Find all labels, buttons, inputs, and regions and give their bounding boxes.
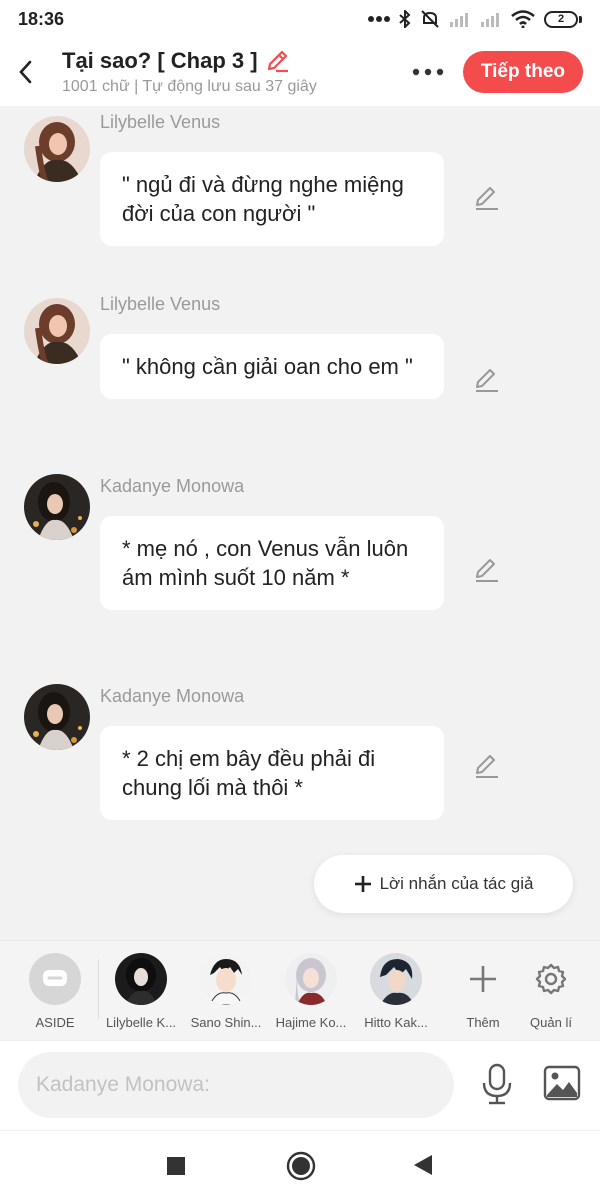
character-item[interactable]: Hajime Ko... xyxy=(271,953,351,1030)
edit-message-icon[interactable] xyxy=(472,556,500,584)
status-time: 18:36 xyxy=(18,8,65,29)
edit-message-icon[interactable] xyxy=(472,184,500,212)
message-bubble[interactable]: " không cần giải oan cho em " xyxy=(100,334,444,399)
navigation-bar xyxy=(0,1130,600,1200)
edit-message-icon[interactable] xyxy=(472,752,500,780)
aside-bubble-icon xyxy=(43,970,67,986)
manage-characters-button[interactable]: Quản lí xyxy=(511,953,591,1030)
sender-name: Lilybelle Venus xyxy=(100,112,221,132)
divider xyxy=(98,959,99,1019)
more-dots-icon xyxy=(368,16,390,22)
message-bubble[interactable]: * 2 chị em bây đều phải đi chung lối mà … xyxy=(100,726,444,820)
avatar xyxy=(285,953,337,1005)
battery-level: 2 xyxy=(544,10,578,28)
image-icon[interactable] xyxy=(543,1065,581,1101)
character-label: Lilybelle K... xyxy=(105,1015,177,1030)
signal-1-icon xyxy=(450,13,468,27)
avatar[interactable] xyxy=(24,298,90,364)
chapter-title: Tại sao? [ Chap 3 ] xyxy=(62,48,258,73)
character-label: Sano Shin... xyxy=(190,1015,262,1030)
plus-holder xyxy=(457,953,509,1005)
back-button[interactable] xyxy=(0,38,50,106)
message-input[interactable]: Kadanye Monowa: xyxy=(18,1052,454,1118)
bluetooth-icon xyxy=(399,10,411,28)
header: Tại sao? [ Chap 3 ] 1001 chữ | Tự động l… xyxy=(0,38,600,106)
sender-name: Kadanye Monowa xyxy=(100,686,245,706)
avatar[interactable] xyxy=(24,684,90,750)
battery-icon: 2 xyxy=(544,10,582,28)
avatar xyxy=(200,953,252,1005)
character-item[interactable]: Lilybelle K... xyxy=(101,953,181,1030)
chevron-left-icon xyxy=(19,60,32,84)
aside-avatar xyxy=(29,953,81,1005)
avatar[interactable] xyxy=(24,474,90,540)
header-titles: Tại sao? [ Chap 3 ] 1001 chữ | Tự động l… xyxy=(50,48,407,96)
avatar xyxy=(370,953,422,1005)
sender-name: Lilybelle Venus xyxy=(100,294,221,314)
character-item[interactable]: Hitto Kak... xyxy=(356,953,436,1030)
gear-holder xyxy=(525,953,577,1005)
more-options-button[interactable] xyxy=(407,52,449,92)
wifi-icon xyxy=(511,10,535,28)
plus-icon xyxy=(470,966,496,992)
mute-bell-icon xyxy=(421,10,439,28)
back-triangle-icon[interactable] xyxy=(412,1153,434,1177)
word-count-autosave: 1001 chữ | Tự động lưu sau 37 giây xyxy=(62,78,317,95)
microphone-icon[interactable] xyxy=(480,1063,514,1105)
avatar[interactable] xyxy=(24,116,90,182)
character-label: Hajime Ko... xyxy=(275,1015,347,1030)
edit-title-icon[interactable] xyxy=(264,48,290,74)
status-bar: 18:36 2 xyxy=(0,0,600,38)
author-note-label: Lời nhắn của tác giả xyxy=(379,874,534,893)
status-icons: 2 xyxy=(368,9,582,29)
gear-icon xyxy=(535,963,567,995)
signal-2-icon xyxy=(481,13,499,27)
more-dots-icon xyxy=(412,68,444,76)
author-note-button[interactable]: Lời nhắn của tác giả xyxy=(314,855,573,913)
character-label: Hitto Kak... xyxy=(364,1015,428,1030)
recents-square-icon[interactable] xyxy=(166,1156,186,1176)
edit-message-icon[interactable] xyxy=(472,366,500,394)
sender-name: Kadanye Monowa xyxy=(100,476,245,496)
plus-icon xyxy=(354,876,371,892)
character-aside[interactable]: ASIDE xyxy=(15,953,95,1030)
input-bar: Kadanye Monowa: xyxy=(0,1040,600,1130)
character-item[interactable]: Sano Shin... xyxy=(186,953,266,1030)
chat-area[interactable]: Lilybelle Venus " ngủ đi và đừng nghe mi… xyxy=(0,106,600,940)
home-circle-icon[interactable] xyxy=(286,1151,316,1181)
message-bubble[interactable]: * mẹ nó , con Venus vẫn luôn ám mình suố… xyxy=(100,516,444,610)
character-label: ASIDE xyxy=(35,1015,75,1030)
next-button[interactable]: Tiếp theo xyxy=(462,51,583,93)
manage-characters-label: Quản lí xyxy=(530,1015,572,1030)
character-selector: ASIDE Lilybelle K... Sano Shin... Hajime… xyxy=(0,940,600,1040)
avatar xyxy=(115,953,167,1005)
message-bubble[interactable]: " ngủ đi và đừng nghe miệng đời của con … xyxy=(100,152,444,246)
